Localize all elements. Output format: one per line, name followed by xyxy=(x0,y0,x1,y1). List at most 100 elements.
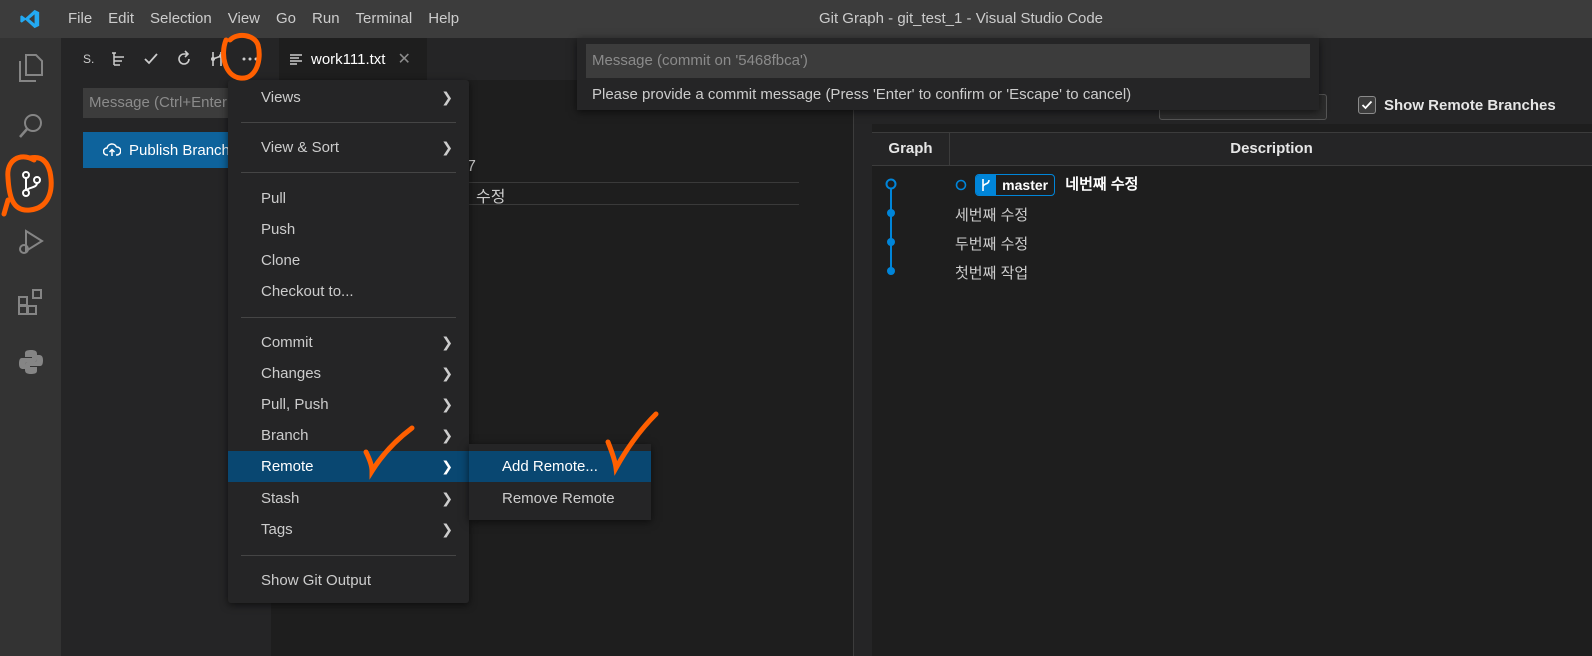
quick-input-box[interactable]: Message (commit on '5468fbca') xyxy=(586,44,1310,78)
menu-item-stash[interactable]: Stash ❯ xyxy=(228,483,469,514)
menu-item-pull-push[interactable]: Pull, Push ❯ xyxy=(228,389,469,420)
chevron-right-icon: ❯ xyxy=(441,365,453,381)
menu-item-label: Pull, Push xyxy=(261,396,329,413)
menu-go[interactable]: Go xyxy=(268,0,304,38)
chevron-right-icon: ❯ xyxy=(441,334,453,350)
commit-node[interactable] xyxy=(887,209,895,217)
menu-view[interactable]: View xyxy=(220,0,268,38)
menu-item-tags[interactable]: Tags ❯ xyxy=(228,514,469,545)
chevron-right-icon: ❯ xyxy=(441,89,453,105)
close-icon[interactable]: ✕ xyxy=(397,49,410,69)
commit-node[interactable] xyxy=(887,267,895,275)
explorer-icon[interactable] xyxy=(0,40,61,96)
quick-input-widget: Message (commit on '5468fbca') Please pr… xyxy=(577,38,1319,110)
menu-item-label: Pull xyxy=(261,190,287,207)
chevron-right-icon: ❯ xyxy=(441,490,453,506)
more-actions-icon[interactable] xyxy=(238,47,262,71)
chevron-right-icon: ❯ xyxy=(441,139,453,155)
chevron-right-icon: ❯ xyxy=(441,458,453,474)
quick-input-message: Please provide a commit message (Press '… xyxy=(592,86,1132,103)
menu-separator xyxy=(241,317,456,318)
menu-item-label: Stash xyxy=(261,490,300,507)
menu-item-label: Push xyxy=(261,221,296,238)
cloud-upload-icon xyxy=(103,143,121,156)
show-remote-branches-toggle[interactable]: Show Remote Branches xyxy=(1358,96,1556,114)
description-column-header: Description xyxy=(1230,140,1313,157)
commit-node[interactable] xyxy=(887,238,895,246)
menu-item-label: View & Sort xyxy=(261,139,340,156)
commit-message: 세번째 수정 xyxy=(955,207,1029,224)
menu-separator xyxy=(241,555,456,556)
commit-row-head[interactable]: master 네번째 수정 xyxy=(955,173,1139,197)
chevron-right-icon: ❯ xyxy=(441,521,453,537)
menu-item-label: Checkout to... xyxy=(261,283,354,300)
menu-edit[interactable]: Edit xyxy=(100,0,142,38)
publish-branch-label: Publish Branch xyxy=(129,141,230,159)
commit-row[interactable]: 첫번째 작업 xyxy=(955,262,1028,283)
menu-help[interactable]: Help xyxy=(420,0,467,38)
branch-label-master[interactable]: master xyxy=(975,174,1056,197)
git-graph-icon[interactable] xyxy=(205,47,229,71)
scm-more-actions-menu: Views ❯ View & Sort ❯ Pull Push Clone Chec… xyxy=(228,80,469,603)
source-control-icon[interactable] xyxy=(0,156,61,212)
menu-item-checkout[interactable]: Checkout to... xyxy=(228,276,469,307)
refresh-icon[interactable] xyxy=(172,47,196,71)
graph-column-header: Graph xyxy=(872,133,950,165)
menu-item-pull[interactable]: Pull xyxy=(228,183,469,214)
menu-item-show-git-output[interactable]: Show Git Output xyxy=(228,565,469,596)
commit-node-head[interactable] xyxy=(885,178,897,190)
menu-item-remote[interactable]: Remote ❯ xyxy=(228,451,469,482)
menu-item-push[interactable]: Push xyxy=(228,214,469,245)
menu-item-changes[interactable]: Changes ❯ xyxy=(228,358,469,389)
remote-submenu: Add Remote... Remove Remote xyxy=(469,444,651,520)
menu-item-label: Branch xyxy=(261,427,309,444)
editor-divider-2 xyxy=(467,204,799,205)
menu-separator xyxy=(241,172,456,173)
chevron-right-icon: ❯ xyxy=(441,396,453,412)
menu-item-branch[interactable]: Branch ❯ xyxy=(228,420,469,451)
commit-row[interactable]: 세번째 수정 xyxy=(955,204,1028,225)
run-debug-icon[interactable] xyxy=(0,214,61,270)
menu-item-commit[interactable]: Commit ❯ xyxy=(228,327,469,358)
checkbox-checked-icon[interactable] xyxy=(1358,96,1376,114)
commit-row[interactable]: 두번째 수정 xyxy=(955,233,1028,254)
commit-message: 첫번째 작업 xyxy=(955,265,1029,282)
head-indicator-icon xyxy=(955,179,967,191)
extensions-icon[interactable] xyxy=(0,274,61,330)
vscode-logo-icon xyxy=(0,0,60,38)
menu-item-add-remote[interactable]: Add Remote... xyxy=(469,451,651,482)
activity-bar xyxy=(0,38,61,656)
menu-run[interactable]: Run xyxy=(304,0,348,38)
menu-item-views[interactable]: Views ❯ xyxy=(228,82,469,113)
editor-divider xyxy=(467,182,799,183)
menu-item-label: Remote xyxy=(261,458,314,475)
menu-item-label: Show Git Output xyxy=(261,572,372,589)
commit-message: 네번째 수정 xyxy=(1065,176,1139,193)
title-bar: File Edit Selection View Go Run Terminal… xyxy=(0,0,1592,38)
menu-item-label: Tags xyxy=(261,521,293,538)
menu-terminal[interactable]: Terminal xyxy=(348,0,421,38)
menu-item-remove-remote[interactable]: Remove Remote xyxy=(469,483,651,514)
sidebar-header: S. xyxy=(61,38,271,80)
chevron-right-icon: ❯ xyxy=(441,427,453,443)
menu-selection[interactable]: Selection xyxy=(142,0,220,38)
menu-bar: File Edit Selection View Go Run Terminal… xyxy=(60,0,467,38)
menu-item-label: Views xyxy=(261,89,301,106)
commit-check-icon[interactable] xyxy=(139,47,163,71)
menu-item-label: Clone xyxy=(261,252,301,269)
commit-message: 두번째 수정 xyxy=(955,236,1029,253)
menu-item-view-sort[interactable]: View & Sort ❯ xyxy=(228,132,469,163)
view-as-tree-icon[interactable] xyxy=(106,47,130,71)
tab-work111[interactable]: work111.txt ✕ xyxy=(279,38,427,80)
tab-label: work111.txt xyxy=(311,50,386,68)
search-icon[interactable] xyxy=(0,98,61,154)
menu-item-clone[interactable]: Clone xyxy=(228,245,469,276)
show-remote-label: Show Remote Branches xyxy=(1384,96,1556,114)
branch-icon xyxy=(976,175,997,196)
menu-item-label: Changes xyxy=(261,365,322,382)
git-graph-panel: Show Remote Branches Graph Description m… xyxy=(853,38,1592,656)
branch-name: master xyxy=(1002,177,1049,194)
git-graph-gutter xyxy=(854,38,872,656)
menu-file[interactable]: File xyxy=(60,0,100,38)
python-icon[interactable] xyxy=(0,334,61,390)
